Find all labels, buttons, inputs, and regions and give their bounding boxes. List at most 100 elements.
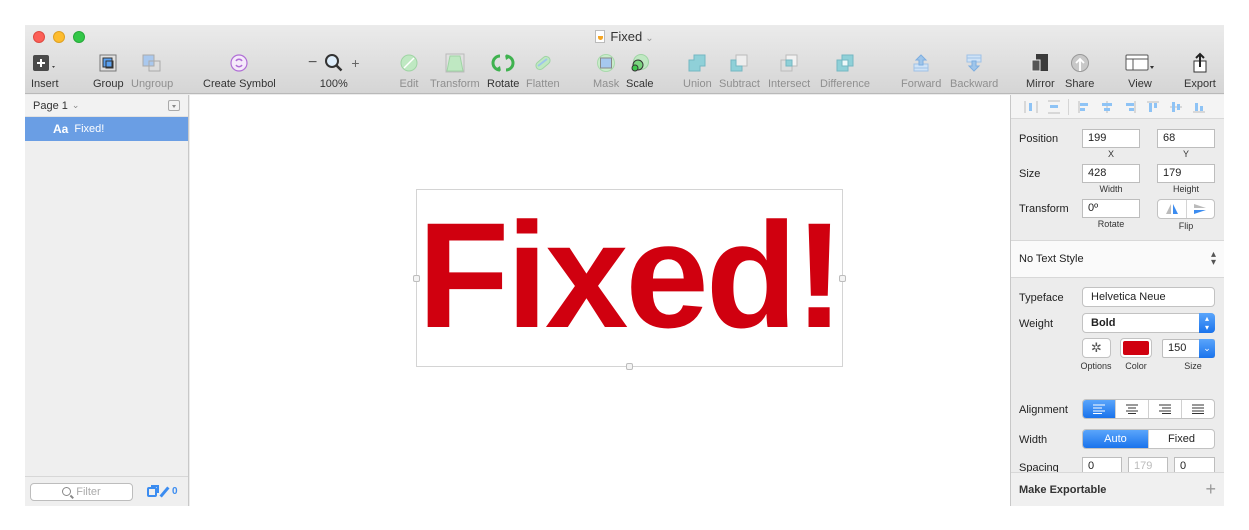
export-label: Export xyxy=(1184,78,1216,90)
align-text-left-button[interactable] xyxy=(1083,400,1115,418)
alignment-label: Alignment xyxy=(1019,404,1068,416)
mask-button[interactable]: Mask xyxy=(593,51,619,90)
export-button[interactable]: Export xyxy=(1184,51,1216,90)
backward-button[interactable]: Backward xyxy=(950,51,998,90)
flatten-icon xyxy=(532,51,554,75)
position-label: Position xyxy=(1019,133,1059,145)
font-size-value: 150 xyxy=(1168,342,1187,354)
transform-button[interactable]: Transform xyxy=(430,51,480,90)
intersect-icon xyxy=(779,51,799,75)
edit-button[interactable]: Edit xyxy=(399,51,419,90)
width-auto-button[interactable]: Auto xyxy=(1083,430,1148,448)
align-horizontal-center-icon[interactable] xyxy=(1095,99,1118,115)
text-layer-selection[interactable]: Fixed! xyxy=(413,189,846,370)
align-right-icon[interactable] xyxy=(1118,99,1141,115)
document-title[interactable]: Fixed ⌄ xyxy=(25,29,1224,44)
layer-item[interactable]: Aa Fixed! xyxy=(25,117,188,141)
group-button[interactable]: Group xyxy=(93,51,124,90)
align-left-icon[interactable] xyxy=(1072,99,1095,115)
options-label: Options xyxy=(1080,361,1112,371)
add-export-icon[interactable]: + xyxy=(1205,479,1216,500)
difference-button[interactable]: Difference xyxy=(820,51,870,90)
edit-label: Edit xyxy=(399,78,419,90)
divider xyxy=(1068,98,1069,115)
ungroup-button[interactable]: Ungroup xyxy=(131,51,173,90)
resize-handle-bottom[interactable] xyxy=(626,363,633,370)
mirror-button[interactable]: Mirror xyxy=(1026,51,1055,90)
rotate-input[interactable]: 0º xyxy=(1082,199,1140,218)
layers-footer: Filter 0 xyxy=(25,476,188,506)
page-selector[interactable]: Page 1 ⌄ xyxy=(25,95,188,117)
scale-button[interactable]: Scale xyxy=(626,51,654,90)
mirror-label: Mirror xyxy=(1026,78,1055,90)
flatten-button[interactable]: Flatten xyxy=(526,51,560,90)
weight-label: Weight xyxy=(1019,318,1054,330)
y-position-input[interactable]: 68 xyxy=(1157,129,1215,148)
chevron-down-icon: ⌄ xyxy=(71,100,80,110)
union-button[interactable]: Union xyxy=(683,51,712,90)
flip-horizontal-icon xyxy=(1165,204,1178,214)
align-top-icon[interactable] xyxy=(1141,99,1164,115)
create-symbol-button[interactable]: Create Symbol xyxy=(203,51,276,90)
scale-label: Scale xyxy=(626,78,654,90)
forward-label: Forward xyxy=(901,78,942,90)
zoom-out-button[interactable]: − xyxy=(308,54,317,72)
flatten-label: Flatten xyxy=(526,78,560,90)
width-fixed-button[interactable]: Fixed xyxy=(1148,430,1214,448)
align-text-right-button[interactable] xyxy=(1148,400,1181,418)
chevron-down-icon: ⌄ xyxy=(645,33,654,44)
text-options-button[interactable]: ✲ xyxy=(1082,338,1111,358)
create-symbol-label: Create Symbol xyxy=(203,78,276,90)
font-size-input[interactable]: 150 ⌄ xyxy=(1162,339,1215,358)
canvas-text[interactable]: Fixed! xyxy=(417,200,845,350)
symbols-filter-icon[interactable] xyxy=(147,484,159,497)
rotate-button[interactable]: Rotate xyxy=(487,51,519,90)
typeface-input[interactable]: Helvetica Neue xyxy=(1082,287,1215,307)
document-title-text: Fixed xyxy=(610,29,643,44)
inspector-panel: Position 199 68 X Y Size 428 179 Width H… xyxy=(1010,95,1224,506)
filter-input[interactable]: Filter xyxy=(30,482,133,501)
group-icon xyxy=(98,51,118,75)
distribute-vertical-icon[interactable] xyxy=(1042,99,1065,115)
align-text-center-button[interactable] xyxy=(1115,400,1148,418)
zoom-in-button[interactable]: + xyxy=(351,55,359,71)
distribute-horizontal-icon[interactable] xyxy=(1019,99,1042,115)
align-text-justify-button[interactable] xyxy=(1181,400,1214,418)
filter-placeholder: Filter xyxy=(76,485,101,498)
gear-icon: ✲ xyxy=(1091,340,1102,355)
chevron-down-icon[interactable]: ⌄ xyxy=(1199,339,1215,358)
align-bottom-icon[interactable] xyxy=(1187,99,1210,115)
search-icon xyxy=(62,487,72,496)
insert-label: Insert xyxy=(31,78,59,90)
flip-horizontal-button[interactable] xyxy=(1158,200,1187,218)
width-input[interactable]: 428 xyxy=(1082,164,1140,183)
view-button[interactable]: View xyxy=(1125,51,1155,90)
scale-icon xyxy=(629,51,651,75)
weight-select[interactable]: Bold ▴ ▾ xyxy=(1082,313,1215,333)
slice-pen-icon[interactable] xyxy=(159,485,170,498)
share-button[interactable]: Share xyxy=(1065,51,1094,90)
make-exportable-section[interactable]: Make Exportable + xyxy=(1011,472,1224,506)
collapse-pages-icon[interactable] xyxy=(168,100,180,111)
resize-handle-right[interactable] xyxy=(839,275,846,282)
view-label: View xyxy=(1128,78,1152,90)
canvas[interactable]: Fixed! xyxy=(190,95,1010,506)
text-style-selector[interactable]: No Text Style ▴ ▾ xyxy=(1011,240,1224,278)
height-input[interactable]: 179 xyxy=(1157,164,1215,183)
mirror-icon xyxy=(1030,51,1050,75)
forward-button[interactable]: Forward xyxy=(901,51,941,90)
align-vertical-center-icon[interactable] xyxy=(1164,99,1187,115)
group-label: Group xyxy=(93,78,124,90)
x-position-input[interactable]: 199 xyxy=(1082,129,1140,148)
difference-icon xyxy=(835,51,855,75)
intersect-button[interactable]: Intersect xyxy=(768,51,810,90)
resize-handle-left[interactable] xyxy=(413,275,420,282)
color-swatch-button[interactable] xyxy=(1120,338,1152,358)
send-backward-icon xyxy=(964,51,984,75)
subtract-button[interactable]: Subtract xyxy=(719,51,760,90)
transform-icon xyxy=(445,51,465,75)
union-icon xyxy=(687,51,707,75)
sketch-window: Fixed ⌄ Insert Group Ungroup Create Symbo xyxy=(25,25,1224,506)
flip-vertical-button[interactable] xyxy=(1187,200,1215,218)
insert-button[interactable]: Insert xyxy=(31,51,59,90)
